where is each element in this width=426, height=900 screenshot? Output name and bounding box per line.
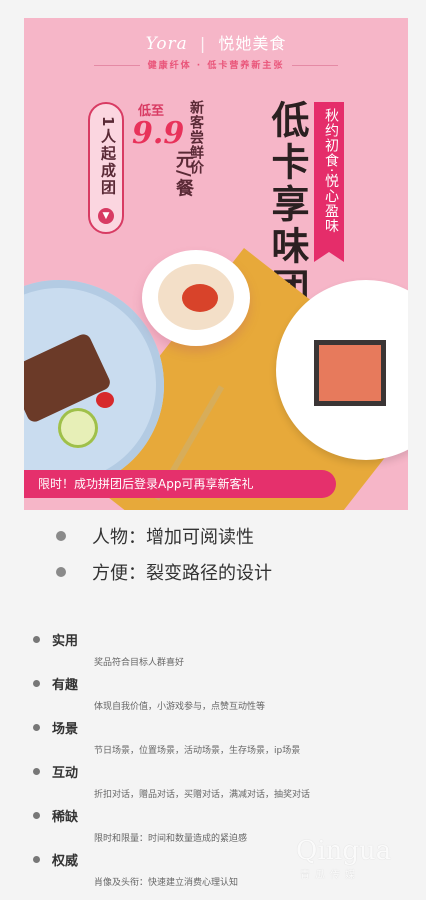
bullet-dot (33, 680, 40, 687)
brand-header: Yora | 悦她美食 (24, 30, 408, 54)
bullet-dot (33, 724, 40, 731)
price-value: 9.9 (132, 116, 185, 151)
feature-title: 互动 (52, 766, 79, 781)
promo-banner[interactable]: 限时！成功拼团后登录App可再享新客礼 (24, 470, 336, 498)
big-bullet: 方便：裂变路径的设计 (56, 554, 396, 590)
ribbon-text: 秋约初食·悦心盈味 (323, 108, 339, 234)
feature-desc: 奖品符合目标人群喜好 (94, 658, 185, 668)
ribbon: 秋约初食·悦心盈味 (314, 102, 344, 262)
watermark-subtitle: 青瓜传媒 (300, 870, 360, 881)
bullet-dot (33, 856, 40, 863)
feature-desc: 肖像及头衔：快速建立消费心理认知 (94, 878, 239, 888)
brand-name: 悦她美食 (218, 34, 287, 53)
list-item: 互动 折扣对话，赠品对话，买赠对话，满减对话，抽奖对话 (30, 762, 400, 806)
feature-title: 权威 (52, 854, 79, 869)
feature-desc: 限时和限量：时间和数量造成的紧迫感 (94, 834, 248, 844)
feature-title: 稀缺 (52, 810, 79, 825)
bullet-dot (56, 567, 66, 577)
big-bullet-text: 人物：增加可阅读性 (92, 527, 254, 548)
bullet-dot (33, 636, 40, 643)
tagline: 健康纤体 · 低卡营养新主张 (24, 58, 408, 71)
big-bullet-list: 人物：增加可阅读性 方便：裂变路径的设计 (56, 518, 396, 590)
brand-separator: | (199, 34, 207, 53)
big-bullet-text: 方便：裂变路径的设计 (92, 563, 272, 584)
feature-title: 场景 (52, 722, 79, 737)
watermark-logo: Qingua (296, 836, 392, 866)
lime-image (58, 408, 98, 448)
list-item: 场景 节日场景，位置场景，活动场景，生存场景，ip场景 (30, 718, 400, 762)
feature-desc: 体现自我价值，小游戏参与，点赞互动性等 (94, 702, 266, 712)
feature-title: 实用 (52, 634, 79, 649)
tomato-image (96, 392, 114, 408)
feature-desc: 折扣对话，赠品对话，买赠对话，满减对话，抽奖对话 (94, 790, 311, 800)
list-item: 实用 奖品符合目标人群喜好 (30, 630, 400, 674)
big-bullet: 人物：增加可阅读性 (56, 518, 396, 554)
brand-logo: Yora (145, 34, 188, 54)
list-item: 有趣 体现自我价值，小游戏参与，点赞互动性等 (30, 674, 400, 718)
group-pill-text: 1人起成团 (99, 116, 117, 197)
chevron-down-icon: ▼ (98, 208, 114, 224)
promo-poster: Yora | 悦她美食 健康纤体 · 低卡营养新主张 1人起成团 ▼ 低至 9.… (24, 18, 408, 510)
bowl-sauce (182, 284, 218, 312)
bullet-dot (33, 812, 40, 819)
bullet-dot (33, 768, 40, 775)
new-customer-label: 新客尝鲜价 (188, 100, 204, 175)
bowl-image (142, 250, 250, 346)
group-pill[interactable]: 1人起成团 ▼ (88, 102, 124, 234)
feature-desc: 节日场景，位置场景，活动场景，生存场景，ip场景 (94, 746, 301, 756)
feature-title: 有趣 (52, 678, 79, 693)
bullet-dot (56, 531, 66, 541)
salmon-image (314, 340, 386, 406)
